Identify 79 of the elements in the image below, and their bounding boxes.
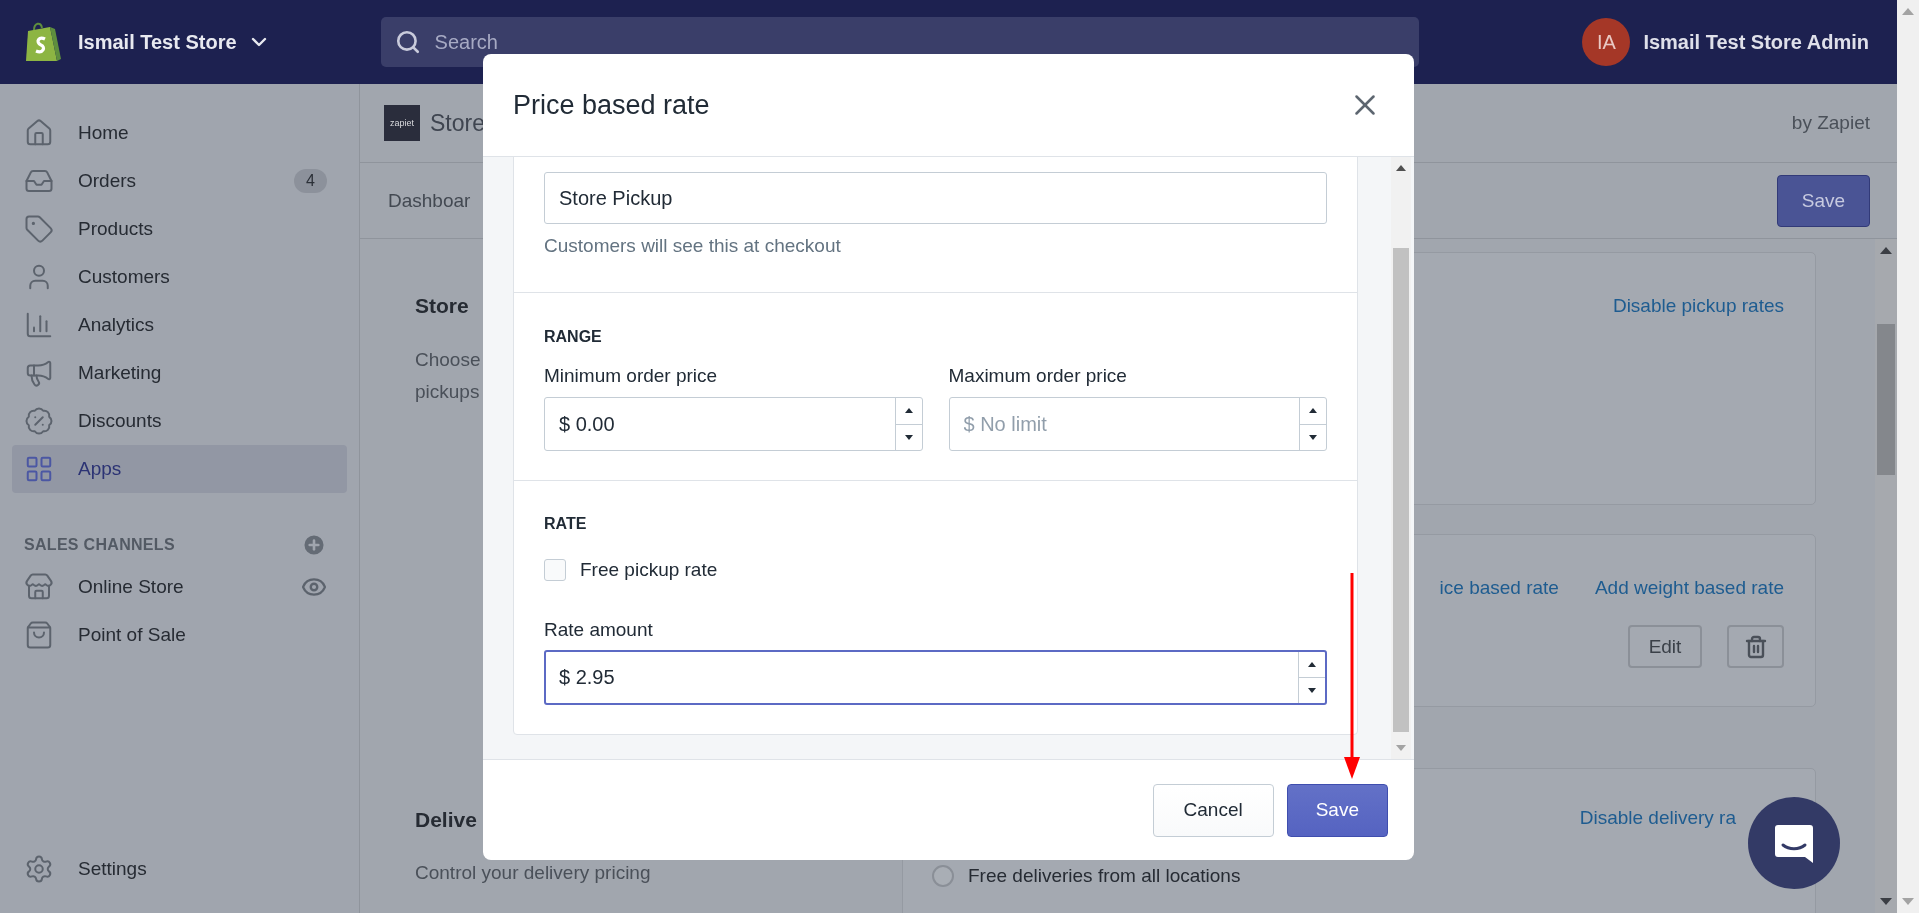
link[interactable]: Disable pickup rates (1612, 295, 1784, 317)
number-stepper[interactable] (1298, 652, 1325, 703)
settings-icon (24, 854, 54, 884)
price-field[interactable]: $ No limit (948, 397, 1327, 451)
section-heading: SALES CHANNELS (24, 536, 175, 554)
cancel-button[interactable]: Cancel (1152, 783, 1274, 837)
nav-label: Point of Sale (78, 624, 186, 646)
field-label: Minimum order price (544, 364, 719, 388)
scrollbar[interactable] (1391, 157, 1411, 759)
nav-item[interactable]: Marketing (12, 349, 347, 397)
nav-label: Customers (78, 266, 170, 288)
nav-item[interactable]: Home (12, 109, 347, 157)
field-label: Rate amount (544, 618, 654, 642)
section-heading: RATE (544, 514, 588, 534)
description-text: Choose (415, 348, 481, 372)
nav-item[interactable]: Products (12, 205, 347, 253)
nav-item[interactable]: Apps (12, 445, 347, 493)
megaphone-icon (24, 358, 54, 388)
save-button[interactable]: Save (1777, 174, 1870, 227)
nav-label: Home (78, 122, 129, 144)
scrollbar[interactable] (1897, 0, 1919, 913)
link[interactable]: Add weight based rate (1594, 577, 1784, 599)
help-text: Customers will see this at checkout (544, 234, 842, 258)
scrollbar[interactable] (1875, 239, 1897, 913)
number-stepper[interactable] (1299, 398, 1326, 450)
save-button[interactable]: Save (1286, 783, 1388, 837)
app-logo: zapiet (384, 105, 420, 141)
trash-icon (1743, 634, 1768, 659)
bar-chart-icon (24, 310, 54, 340)
grid-icon (24, 454, 54, 484)
vendor-label: by Zapiet (1791, 112, 1870, 134)
nav-item[interactable]: Online Store (12, 563, 347, 611)
edit-button[interactable]: Edit (1628, 625, 1702, 668)
search-icon (394, 29, 421, 55)
count-badge: 4 (294, 169, 327, 193)
description-text: Control your delivery pricing (415, 861, 651, 885)
nav-item[interactable]: Orders 4 (12, 157, 347, 205)
delete-button[interactable] (1727, 625, 1784, 668)
user-avatar[interactable]: IA (1582, 18, 1631, 66)
description-text: pickups (415, 380, 480, 404)
nav-label: Analytics (78, 314, 155, 336)
store-switcher[interactable]: Ismail Test Store (78, 30, 271, 54)
tag-icon (24, 214, 54, 244)
option-label: Free deliveries from all locations (968, 865, 1241, 887)
dialog-title: Price based rate (513, 89, 710, 121)
nav-label: Marketing (78, 362, 162, 384)
shopping-bag-icon (24, 620, 54, 650)
shopping-bag-logo (24, 21, 61, 63)
nav-item[interactable]: Customers (12, 253, 347, 301)
nav-item[interactable]: Discounts (12, 397, 347, 445)
nav-label: Settings (78, 858, 147, 880)
add-icon[interactable] (301, 532, 327, 558)
house-icon (24, 118, 54, 148)
nav-label: Apps (78, 458, 122, 480)
nav-label: Orders (78, 170, 137, 192)
section-heading: Store (415, 294, 470, 318)
nav-item[interactable]: Point of Sale (12, 611, 347, 659)
nav-label: Discounts (78, 410, 162, 432)
field-label: Maximum order price (948, 364, 1128, 388)
nav-label: Products (78, 218, 153, 240)
checkbox[interactable] (544, 559, 566, 581)
checkbox-label: Free pickup rate (580, 558, 718, 582)
tab[interactable]: Dashboar (388, 189, 471, 212)
number-stepper[interactable] (894, 398, 922, 450)
nav-item[interactable]: Analytics (12, 301, 347, 349)
storefront-icon (24, 572, 54, 602)
price-field[interactable]: $ 0.00 (544, 397, 923, 451)
percent-badge-icon (24, 406, 54, 436)
name-field[interactable]: Store Pickup (544, 172, 1327, 224)
section-heading: Delive (415, 808, 478, 832)
price-field[interactable]: $ 2.95 (544, 650, 1327, 705)
user-name[interactable]: Ismail Test Store Admin (1643, 30, 1869, 54)
link[interactable]: ice based rate (1439, 577, 1559, 599)
nav-label: Online Store (78, 576, 184, 598)
app-title: Store (430, 109, 485, 137)
nav-item[interactable]: Settings (12, 845, 347, 893)
radio-button[interactable] (932, 865, 954, 887)
link[interactable]: Disable delivery ra (1579, 807, 1736, 829)
section-heading: RANGE (544, 327, 603, 347)
